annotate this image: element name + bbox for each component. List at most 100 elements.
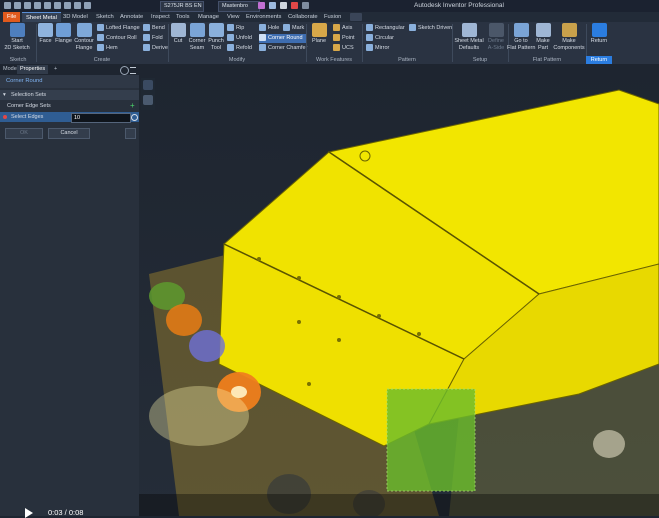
group-modify-title[interactable]: Modify: [168, 56, 306, 64]
make-components-icon: [561, 23, 577, 37]
flange-button[interactable]: Flange: [55, 23, 72, 45]
model-canvas[interactable]: [139, 64, 659, 516]
tab-inspect[interactable]: Inspect: [151, 12, 170, 22]
sheet-metal-defaults-button[interactable]: Sheet Metal Defaults: [454, 23, 484, 51]
tab-view[interactable]: View: [227, 12, 239, 22]
refold-label: Refold: [236, 45, 252, 51]
tab-tools[interactable]: Tools: [176, 12, 190, 22]
plus-icon[interactable]: [291, 2, 298, 9]
corner-seam-button[interactable]: Corner Seam: [188, 23, 206, 51]
corner-round-button[interactable]: Corner Round: [259, 34, 306, 43]
plane-icon: [311, 23, 327, 37]
axis-label: Axis: [342, 25, 353, 31]
tab-sketch[interactable]: Sketch: [96, 12, 114, 22]
point-label: Point: [342, 35, 355, 41]
tab-environments[interactable]: Environments: [246, 12, 281, 22]
tab-collaborate[interactable]: Collaborate: [288, 12, 318, 22]
make-part-button[interactable]: Make Part: [535, 23, 551, 51]
menu-icon[interactable]: [130, 67, 136, 74]
contour-roll-button[interactable]: Contour Roll: [97, 34, 137, 43]
appearance-dropdown[interactable]: Mastenbro: [218, 1, 260, 12]
fx-icon[interactable]: [280, 2, 287, 9]
search-icon[interactable]: [120, 66, 129, 75]
view-cube-icon[interactable]: [143, 80, 153, 90]
required-indicator-icon: [3, 115, 7, 119]
select-edges-input[interactable]: 10: [71, 113, 131, 123]
fold-button[interactable]: Fold: [143, 34, 163, 43]
tab-add[interactable]: +: [51, 65, 60, 74]
select-icon[interactable]: [64, 2, 71, 9]
make-components-button[interactable]: Make Components: [553, 23, 585, 51]
graphics-viewport[interactable]: [139, 64, 659, 516]
clear-appearance-icon[interactable]: [258, 2, 265, 9]
refold-button[interactable]: Refold: [227, 44, 252, 53]
redo-icon[interactable]: [44, 2, 51, 9]
tab-3d-model[interactable]: 3D Model: [63, 12, 88, 22]
make-components-label: Make Components: [553, 38, 585, 51]
ok-button[interactable]: OK: [5, 128, 43, 139]
punch-tool-button[interactable]: Punch Tool: [207, 23, 225, 51]
cut-button[interactable]: Cut: [170, 23, 186, 45]
material-icon[interactable]: [84, 2, 91, 9]
lofted-flange-button[interactable]: Lofted Flange: [97, 24, 140, 33]
ucs-button[interactable]: UCS: [333, 44, 354, 53]
ribbon-options-icon[interactable]: [350, 13, 362, 21]
axis-button[interactable]: Axis: [333, 24, 352, 33]
orange-light-lens: [166, 304, 202, 336]
plane-button[interactable]: Plane: [309, 23, 329, 45]
play-icon[interactable]: [25, 508, 33, 518]
tab-file[interactable]: File: [3, 12, 21, 22]
rectangular-pattern-button[interactable]: Rectangular: [366, 24, 405, 33]
face-label: Face: [39, 38, 52, 44]
cancel-button[interactable]: Cancel: [48, 128, 90, 139]
select-edges-row[interactable]: Select Edges 10: [0, 112, 139, 123]
save-icon[interactable]: [24, 2, 31, 9]
contour-flange-button[interactable]: Contour Flange: [74, 23, 94, 51]
lofted-flange-label: Lofted Flange: [106, 25, 140, 31]
rip-button[interactable]: Rip: [227, 24, 244, 33]
group-work-features-title: Work Features: [316, 57, 352, 63]
update-icon[interactable]: [74, 2, 81, 9]
derive-button[interactable]: Derive: [143, 44, 168, 53]
mirror-button[interactable]: Mirror: [366, 44, 389, 53]
undo-icon[interactable]: [34, 2, 41, 9]
apply-options-button[interactable]: [125, 128, 136, 139]
tab-annotate[interactable]: Annotate: [120, 12, 143, 22]
start-2d-sketch-button[interactable]: Start 2D Sketch: [4, 23, 30, 51]
rectangular-label: Rectangular: [375, 25, 405, 31]
selection-sets-section[interactable]: ▾ Selection Sets: [0, 90, 139, 100]
group-create-title: Create: [93, 57, 111, 63]
face-button[interactable]: Face: [38, 23, 53, 45]
sheet-metal-defaults-label: Sheet Metal Defaults: [454, 38, 484, 51]
circular-pattern-button[interactable]: Circular: [366, 34, 394, 43]
add-set-icon[interactable]: +: [130, 101, 135, 111]
reset-icon[interactable]: [131, 114, 138, 121]
hole-button[interactable]: Hole: [259, 24, 279, 33]
unfold-button[interactable]: Unfold: [227, 34, 252, 43]
rectangular-pattern-icon: [366, 24, 373, 32]
return-button[interactable]: Return: [589, 23, 609, 45]
point-button[interactable]: Point: [333, 34, 355, 43]
go-to-flat-pattern-button[interactable]: Go to Flat Pattern: [507, 23, 535, 51]
mirror-icon: [366, 44, 373, 52]
hem-button[interactable]: Hem: [97, 44, 118, 53]
parameters-icon[interactable]: [269, 2, 276, 9]
group-flat-pattern-title: Flat Pattern: [532, 57, 562, 63]
bend-button[interactable]: Bend: [143, 24, 165, 33]
orbit-icon[interactable]: [143, 95, 153, 105]
sketch-driven-pattern-button[interactable]: Sketch Driven: [409, 24, 452, 33]
tab-properties[interactable]: Properties: [17, 65, 49, 74]
corner-edge-sets-label: Corner Edge Sets: [7, 103, 51, 109]
material-dropdown[interactable]: S275JR BS EN: [160, 1, 204, 12]
mark-button[interactable]: Mark: [283, 24, 304, 33]
define-a-side-button[interactable]: Define A-Side: [487, 23, 505, 51]
open-file-icon[interactable]: [14, 2, 21, 9]
new-file-icon[interactable]: [4, 2, 11, 9]
home-icon[interactable]: [54, 2, 61, 9]
collapse-arrow-icon[interactable]: ▾: [3, 90, 6, 100]
tab-fusion[interactable]: Fusion: [324, 12, 341, 22]
corner-chamfer-button[interactable]: Corner Chamfer: [259, 44, 307, 53]
hole-icon: [259, 24, 266, 32]
tab-manage[interactable]: Manage: [198, 12, 219, 22]
more-icon[interactable]: [302, 2, 309, 9]
